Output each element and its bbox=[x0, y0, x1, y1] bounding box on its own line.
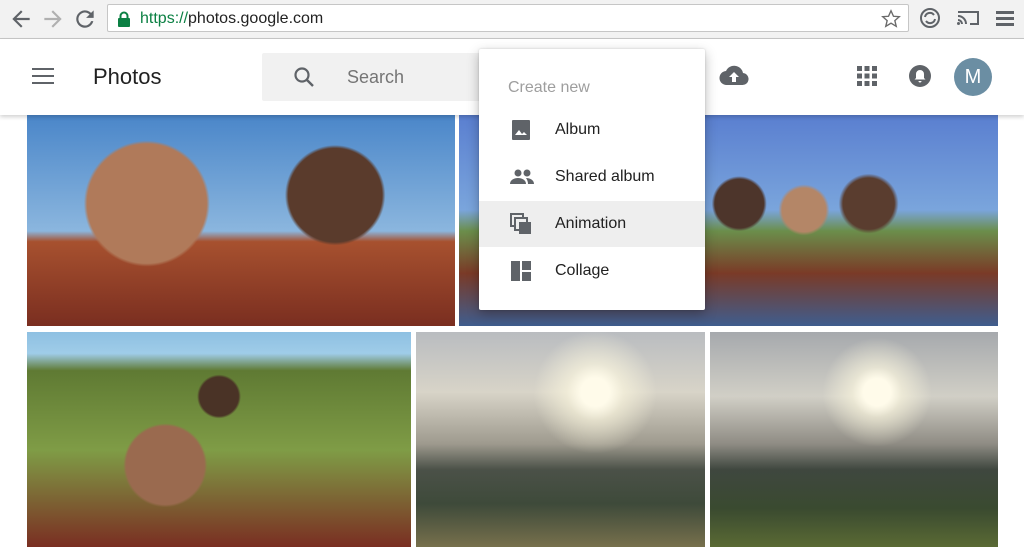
notifications-bell-icon[interactable] bbox=[908, 64, 932, 93]
lock-icon bbox=[117, 11, 131, 32]
url-scheme: https:// bbox=[140, 10, 189, 27]
people-icon bbox=[509, 165, 535, 194]
album-icon bbox=[509, 118, 533, 147]
reload-icon bbox=[76, 10, 94, 28]
menu-item-label: Collage bbox=[555, 262, 610, 279]
sync-extension-icon[interactable] bbox=[918, 6, 942, 35]
menu-item-label: Shared album bbox=[555, 168, 655, 185]
photo-thumbnail[interactable] bbox=[27, 332, 411, 547]
photo-thumbnail[interactable] bbox=[27, 115, 455, 326]
url-text: https://photos.google.com bbox=[140, 10, 323, 28]
apps-grid-icon[interactable] bbox=[857, 66, 877, 91]
photo-thumbnail[interactable] bbox=[416, 332, 705, 547]
forward-button[interactable] bbox=[40, 6, 66, 32]
menu-item-shared-album[interactable]: Shared album bbox=[479, 154, 705, 200]
create-new-menu: Create new Album Shared album Animation … bbox=[479, 49, 705, 310]
browser-toolbar: https://photos.google.com bbox=[0, 0, 1024, 39]
menu-item-animation[interactable]: Animation bbox=[479, 201, 705, 247]
photo-thumbnail[interactable] bbox=[710, 332, 998, 547]
url-host: photos.google.com bbox=[188, 10, 324, 27]
search-icon bbox=[292, 65, 316, 94]
reload-button[interactable] bbox=[72, 6, 98, 32]
address-bar[interactable]: https://photos.google.com bbox=[107, 4, 909, 32]
animation-icon bbox=[509, 212, 533, 241]
upload-cloud-icon[interactable] bbox=[718, 63, 750, 92]
menu-item-album[interactable]: Album bbox=[479, 107, 705, 153]
back-button[interactable] bbox=[8, 6, 34, 32]
hamburger-menu-icon[interactable] bbox=[32, 67, 54, 90]
menu-item-label: Animation bbox=[555, 215, 627, 232]
cast-icon[interactable] bbox=[955, 6, 981, 35]
app-title: Photos bbox=[93, 64, 162, 89]
collage-icon bbox=[509, 259, 533, 288]
arrow-back-icon bbox=[12, 10, 30, 28]
menu-item-collage[interactable]: Collage bbox=[479, 248, 705, 294]
menu-item-label: Album bbox=[555, 121, 601, 138]
menu-header: Create new bbox=[508, 79, 590, 96]
bookmark-star-icon[interactable] bbox=[880, 8, 902, 35]
chrome-menu-icon[interactable] bbox=[994, 6, 1016, 35]
search-input[interactable]: Search bbox=[347, 67, 404, 88]
account-avatar[interactable]: M bbox=[954, 58, 992, 96]
arrow-forward-icon bbox=[44, 10, 62, 28]
